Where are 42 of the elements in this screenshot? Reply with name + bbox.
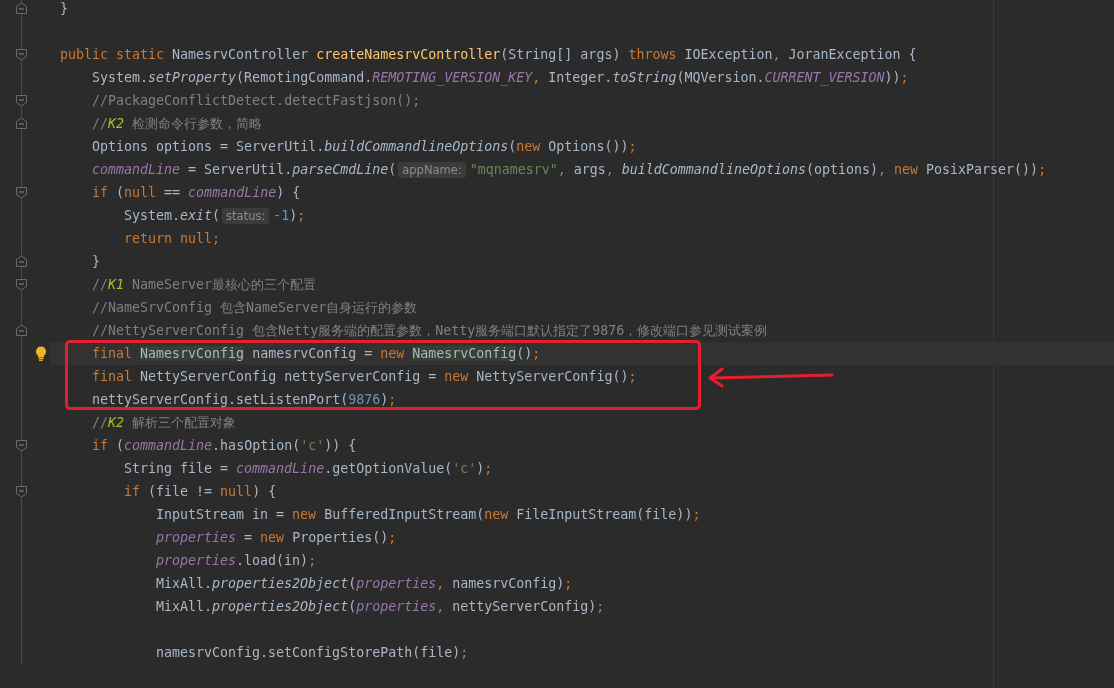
code-text: System.exit( bbox=[124, 208, 221, 223]
fold-marker-icon[interactable] bbox=[15, 186, 28, 199]
fold-marker-icon[interactable] bbox=[15, 94, 28, 107]
parameter-hint: status: bbox=[222, 207, 270, 224]
code-text: if (commandLine.hasOption('c')) { bbox=[92, 438, 357, 453]
parameter-hint: appName: bbox=[398, 161, 466, 178]
code-text: return null; bbox=[124, 231, 221, 246]
code-text: if (file != null) { bbox=[124, 484, 277, 499]
fold-marker-icon[interactable] bbox=[15, 117, 28, 130]
code-comment: //K2 检测命令行参数，简略 bbox=[92, 114, 263, 133]
code-text: properties = new Properties(); bbox=[156, 530, 397, 545]
code-comment: //K2 解析三个配置对象 bbox=[92, 413, 237, 432]
code-text: } bbox=[92, 254, 100, 269]
code-comment: //NettyServerConfig 包含Netty服务端的配置参数，Netty服务端口默认指定了9876，修改端口参见测试案例 bbox=[92, 321, 768, 340]
code-comment: //PackageConflictDetect.detectFastjson(); bbox=[92, 93, 421, 108]
code-text: MixAll.properties2Object(properties, nettyServerConfig); bbox=[156, 599, 605, 614]
code-comment: //K1 NameServer最核心的三个配置 bbox=[92, 275, 317, 294]
code-text: String file = commandLine.getOptionValue('c'); bbox=[124, 461, 493, 476]
code-text: if (null == commandLine) { bbox=[92, 185, 301, 200]
code-text: System.setProperty(RemotingCommand.REMOTING_VERSION_KEY, Integer.toString(MQVersion.CURRENT_VERSION)); bbox=[92, 70, 909, 85]
fold-marker-icon[interactable] bbox=[15, 278, 28, 291]
fold-marker-icon[interactable] bbox=[15, 324, 28, 337]
code-text: MixAll.properties2Object(properties, namesrvConfig); bbox=[156, 576, 573, 591]
code-text: "mqnamesrv", args, buildCommandlineOptions(options), new PosixParser()); bbox=[469, 162, 1047, 177]
fold-marker-icon[interactable] bbox=[15, 2, 28, 15]
code-text: } bbox=[60, 1, 68, 16]
fold-marker-icon[interactable] bbox=[15, 439, 28, 452]
fold-marker-icon[interactable] bbox=[15, 485, 28, 498]
code-text: namesrvConfig.setConfigStorePath(file); bbox=[156, 645, 469, 660]
code-text: final NettyServerConfig nettyServerConfig = new NettyServerConfig(); bbox=[92, 369, 637, 384]
code-text: commandLine = ServerUtil.parseCmdLine( bbox=[92, 162, 397, 177]
code-comment: //NameSrvConfig 包含NameServer自身运行的参数 bbox=[92, 298, 418, 317]
code-text: public static NamesrvController createNamesrvController(String[] args) throws IOException, JoranException { bbox=[60, 47, 917, 62]
code-text: nettyServerConfig.setListenPort(9876); bbox=[92, 392, 397, 407]
fold-marker-icon[interactable] bbox=[15, 255, 28, 268]
code-text: properties.load(in); bbox=[156, 553, 317, 568]
code-text: final NamesrvConfig namesrvConfig = new NamesrvConfig(); bbox=[92, 346, 541, 361]
code-text: -1); bbox=[273, 208, 306, 223]
lightbulb-icon[interactable] bbox=[35, 346, 47, 361]
fold-marker-icon[interactable] bbox=[15, 48, 28, 61]
code-text: Options options = ServerUtil.buildCommandlineOptions(new Options()); bbox=[92, 139, 637, 154]
code-text: InputStream in = new BufferedInputStream(new FileInputStream(file)); bbox=[156, 507, 701, 522]
